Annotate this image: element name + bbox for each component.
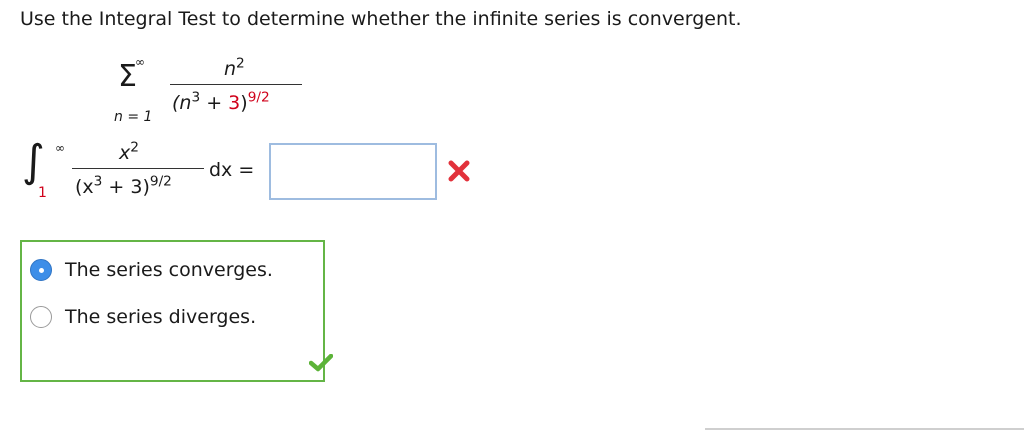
integral-den-plus: + 3) <box>102 176 150 198</box>
choice-converges[interactable]: The series converges. <box>30 259 273 281</box>
series-numerator: n2 <box>224 55 245 80</box>
integral-symbol: ∫ <box>22 136 45 187</box>
sum-lower-limit: n = 1 <box>114 109 153 125</box>
choice-converges-label: The series converges. <box>65 259 273 281</box>
series-denominator: (n3 + 3)9/2 <box>172 89 270 114</box>
sigma-symbol: Σ <box>118 59 137 94</box>
integral-den-outer-exp: 9/2 <box>149 173 172 190</box>
series-numerator-exp: 2 <box>236 55 245 72</box>
integral-numerator-exp: 2 <box>130 139 139 156</box>
integral-den-open: (x <box>75 176 94 198</box>
integral-lower-limit: 1 <box>38 185 47 201</box>
radio-converges[interactable] <box>30 259 52 281</box>
series-fraction-bar <box>170 84 302 85</box>
question-text: Use the Integral Test to determine wheth… <box>20 8 742 30</box>
correct-check-icon <box>309 354 333 372</box>
series-den-close: ) <box>240 92 248 114</box>
incorrect-x-icon <box>448 160 470 182</box>
series-den-outer-exp: 9/2 <box>247 89 270 106</box>
series-den-inner-exp: 3 <box>191 89 201 106</box>
integral-numerator: x2 <box>119 139 139 164</box>
divider-line <box>705 428 1024 430</box>
series-den-plus: + <box>200 92 229 114</box>
integral-upper-limit: ∞ <box>55 141 65 155</box>
radio-diverges[interactable] <box>30 306 52 328</box>
integral-fraction-bar <box>72 168 204 169</box>
integral-denominator: (x3 + 3)9/2 <box>75 173 172 198</box>
dx-equals: dx = <box>209 159 255 181</box>
integral-numerator-base: x <box>119 142 131 164</box>
series-den-const: 3 <box>228 92 241 114</box>
integral-answer-input[interactable] <box>269 143 437 200</box>
choice-diverges[interactable]: The series diverges. <box>30 306 256 328</box>
series-numerator-base: n <box>224 58 237 80</box>
series-den-open: (n <box>172 92 192 114</box>
choice-diverges-label: The series diverges. <box>65 306 257 328</box>
convergence-choices: The series converges. The series diverge… <box>20 240 333 382</box>
